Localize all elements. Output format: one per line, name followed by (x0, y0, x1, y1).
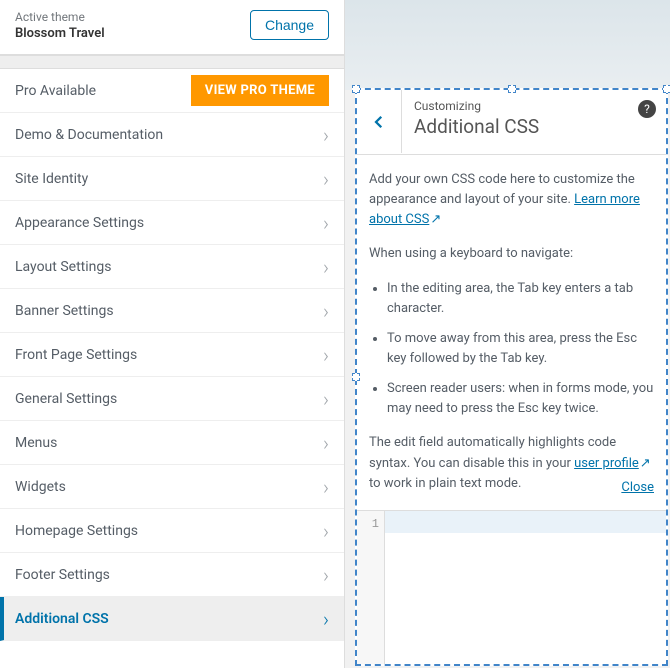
back-button[interactable] (357, 90, 402, 153)
section-divider (0, 55, 344, 69)
chevron-right-icon: › (323, 519, 329, 543)
sidebar-item-label: Homepage Settings (15, 523, 138, 539)
sidebar-panel: Active theme Blossom Travel Change Pro A… (0, 0, 345, 668)
sidebar-item-layout-settings[interactable]: Layout Settings › (0, 245, 344, 289)
sidebar-item-pro-available[interactable]: Pro Available VIEW PRO THEME (0, 69, 344, 113)
detail-title: Additional CSS (414, 115, 621, 138)
sidebar-item-general-settings[interactable]: General Settings › (0, 377, 344, 421)
chevron-right-icon: › (323, 475, 329, 499)
sidebar-item-label: Additional CSS (15, 611, 109, 627)
chevron-right-icon: › (323, 343, 329, 367)
line-gutter: 1 (357, 511, 385, 664)
sidebar-item-label: Layout Settings (15, 259, 111, 275)
theme-header: Active theme Blossom Travel Change (0, 0, 344, 55)
chevron-right-icon: › (323, 255, 329, 279)
sidebar-item-label: General Settings (15, 391, 117, 407)
sidebar-item-label: Menus (15, 435, 57, 451)
syntax-text: The edit field automatically highlights … (369, 433, 654, 493)
detail-header-text: Customizing Additional CSS ? (402, 90, 666, 147)
chevron-right-icon: › (323, 563, 329, 587)
theme-info: Active theme Blossom Travel (15, 10, 105, 42)
close-link[interactable]: Close (621, 478, 654, 498)
sidebar-item-appearance-settings[interactable]: Appearance Settings › (0, 201, 344, 245)
change-theme-button[interactable]: Change (250, 10, 329, 40)
intro-text: Add your own CSS code here to customize … (369, 170, 654, 230)
list-item: To move away from this area, press the E… (387, 329, 654, 369)
detail-panel: Customizing Additional CSS ? Add your ow… (355, 88, 668, 666)
detail-body: Add your own CSS code here to customize … (357, 155, 666, 510)
sidebar-item-additional-css[interactable]: Additional CSS › (0, 597, 344, 641)
user-profile-link[interactable]: user profile (574, 456, 639, 471)
chevron-left-icon (370, 113, 388, 131)
chevron-right-icon: › (323, 123, 329, 147)
sidebar-item-label: Demo & Documentation (15, 127, 163, 143)
list-item: In the editing area, the Tab key enters … (387, 279, 654, 319)
help-icon[interactable]: ? (638, 100, 656, 118)
list-item: Screen reader users: when in forms mode,… (387, 379, 654, 419)
sidebar-item-label: Front Page Settings (15, 347, 137, 363)
selection-handle (352, 85, 360, 93)
detail-header: Customizing Additional CSS ? (357, 90, 666, 155)
sidebar-item-label: Pro Available (15, 83, 96, 99)
sidebar-item-banner-settings[interactable]: Banner Settings › (0, 289, 344, 333)
chevron-right-icon: › (323, 387, 329, 411)
view-pro-theme-button[interactable]: VIEW PRO THEME (191, 75, 329, 106)
preview-area: Customizing Additional CSS ? Add your ow… (345, 0, 670, 668)
sidebar-item-demo-documentation[interactable]: Demo & Documentation › (0, 113, 344, 157)
sidebar-item-label: Site Identity (15, 171, 88, 187)
active-theme-label: Active theme (15, 10, 105, 26)
css-textarea[interactable] (385, 511, 666, 664)
sidebar-item-homepage-settings[interactable]: Homepage Settings › (0, 509, 344, 553)
external-link-icon: ↗ (430, 210, 441, 230)
sidebar-item-footer-settings[interactable]: Footer Settings › (0, 553, 344, 597)
css-editor: 1 (357, 510, 666, 664)
keyboard-heading: When using a keyboard to navigate: (369, 244, 654, 264)
chevron-right-icon: › (323, 299, 329, 323)
external-link-icon: ↗ (640, 454, 651, 474)
sidebar-item-widgets[interactable]: Widgets › (0, 465, 344, 509)
syntax-text-part: to work in plain text mode. (369, 476, 521, 491)
chevron-right-icon: › (323, 167, 329, 191)
sidebar-item-label: Widgets (15, 479, 66, 495)
sidebar-item-menus[interactable]: Menus › (0, 421, 344, 465)
sidebar-item-site-identity[interactable]: Site Identity › (0, 157, 344, 201)
chevron-right-icon: › (323, 607, 329, 631)
theme-name: Blossom Travel (15, 26, 105, 43)
sidebar-item-label: Appearance Settings (15, 215, 144, 231)
sidebar-item-label: Banner Settings (15, 303, 114, 319)
sidebar-item-front-page-settings[interactable]: Front Page Settings › (0, 333, 344, 377)
keyboard-list: In the editing area, the Tab key enters … (369, 279, 654, 420)
customizing-label: Customizing (414, 99, 621, 113)
chevron-right-icon: › (323, 431, 329, 455)
chevron-right-icon: › (323, 211, 329, 235)
sidebar-item-label: Footer Settings (15, 567, 110, 583)
